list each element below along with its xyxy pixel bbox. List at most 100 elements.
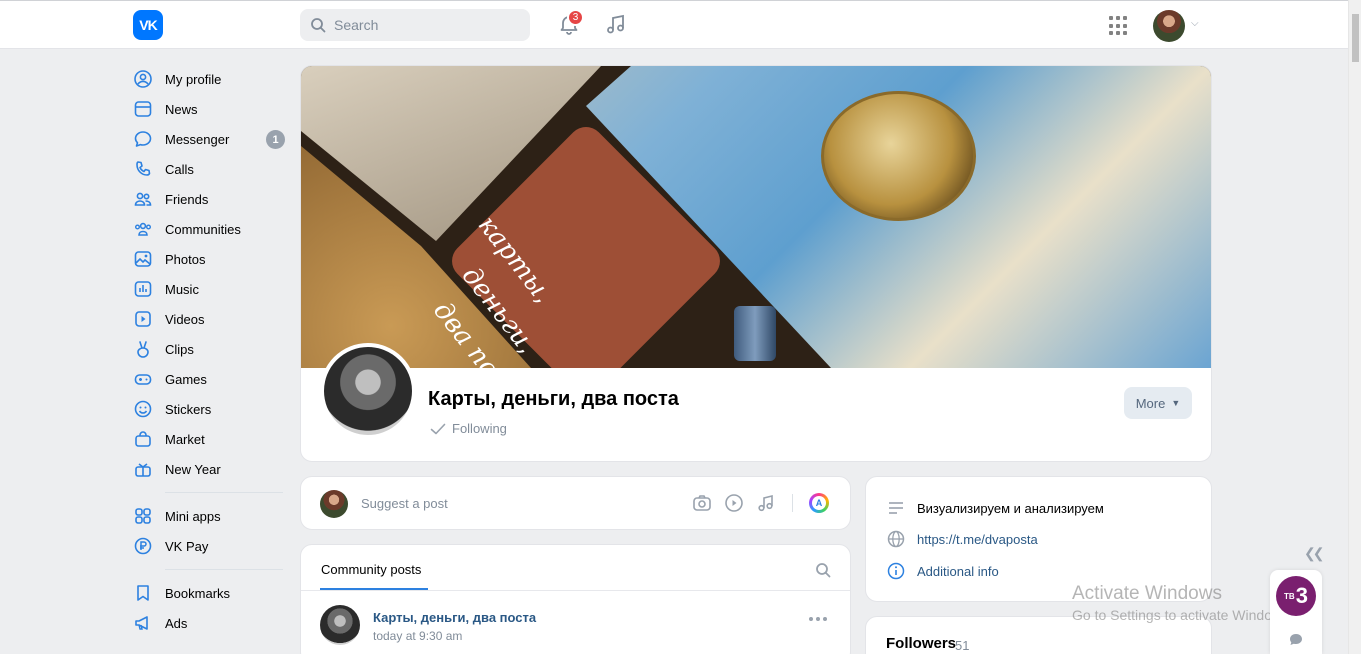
music-note-icon[interactable] bbox=[756, 493, 776, 513]
info-additional[interactable]: Additional info bbox=[887, 562, 999, 580]
globe-icon bbox=[887, 530, 905, 548]
top-bar: VK Search 3 ⌵ bbox=[0, 0, 1348, 49]
info-icon bbox=[887, 562, 905, 580]
suggest-post-placeholder[interactable]: Suggest a post bbox=[361, 496, 448, 511]
sidebar-item-label: Ads bbox=[165, 615, 188, 631]
sidebar-item-label: Music bbox=[165, 281, 199, 297]
following-label: Following bbox=[452, 421, 507, 436]
search-input[interactable]: Search bbox=[300, 9, 530, 41]
gamepad-icon bbox=[133, 369, 153, 389]
community-avatar[interactable] bbox=[320, 343, 416, 439]
sidebar-item-label: Communities bbox=[165, 221, 241, 237]
community-posts-card: Community posts Карты, деньги, два поста… bbox=[300, 544, 851, 654]
gift-icon bbox=[133, 459, 153, 479]
sidebar-item-label: Bookmarks bbox=[165, 585, 231, 601]
communities-icon bbox=[133, 219, 153, 239]
website-link[interactable]: https://t.me/dvaposta bbox=[917, 532, 1038, 547]
user-avatar[interactable] bbox=[1153, 10, 1185, 42]
sidebar-item-label: Friends bbox=[165, 191, 209, 207]
info-link[interactable]: https://t.me/dvaposta bbox=[887, 530, 1038, 548]
search-icon[interactable] bbox=[815, 562, 831, 578]
chevron-down-icon[interactable]: ⌵ bbox=[1191, 18, 1199, 29]
suggest-post-box[interactable]: Suggest a post A bbox=[300, 476, 851, 530]
photos-icon bbox=[133, 249, 153, 269]
chevron-down-icon: ▼ bbox=[1171, 398, 1181, 408]
more-options-icon[interactable] bbox=[809, 617, 827, 621]
sidebar-item-friends[interactable]: Friends bbox=[133, 184, 288, 214]
scrollbar-thumb[interactable] bbox=[1352, 14, 1359, 62]
megaphone-icon bbox=[133, 613, 153, 633]
sidebar-item-games[interactable]: Games bbox=[133, 364, 288, 394]
search-placeholder: Search bbox=[334, 17, 379, 33]
checkmark-icon bbox=[430, 423, 446, 434]
camera-icon[interactable] bbox=[692, 493, 712, 513]
post-timestamp[interactable]: today at 9:30 am bbox=[373, 629, 462, 643]
watermark-line-1: Activate Windows bbox=[1072, 583, 1222, 604]
sidebar-item-news[interactable]: News bbox=[133, 94, 288, 124]
sidebar-item-label: Market bbox=[165, 431, 205, 447]
sidebar-item-label: Messenger bbox=[165, 131, 230, 147]
followers-title: Followers bbox=[886, 635, 957, 652]
sidebar-item-label: News bbox=[165, 101, 198, 117]
divider bbox=[301, 590, 850, 591]
page-title: Карты, деньги, два поста bbox=[428, 388, 679, 410]
sidebar-item-photos[interactable]: Photos bbox=[133, 244, 288, 274]
vk-logo-icon[interactable]: VK bbox=[133, 10, 163, 40]
additional-info-link[interactable]: Additional info bbox=[917, 564, 999, 579]
chat-bubble-icon[interactable] bbox=[1288, 632, 1304, 648]
sidebar-item-clips[interactable]: Clips bbox=[133, 334, 288, 364]
sidebar-item-calls[interactable]: Calls bbox=[133, 154, 288, 184]
post-author-name[interactable]: Карты, деньги, два поста bbox=[373, 610, 536, 625]
sidebar-item-market[interactable]: Market bbox=[133, 424, 288, 454]
sidebar-divider bbox=[165, 569, 283, 570]
sidebar-item-new-year[interactable]: New Year bbox=[133, 454, 288, 484]
sidebar-divider bbox=[165, 492, 283, 493]
music-note-icon[interactable] bbox=[604, 12, 628, 36]
news-icon bbox=[133, 99, 153, 119]
messenger-badge: 1 bbox=[266, 130, 285, 149]
tv3-channel-icon[interactable]: ТВ 3 bbox=[1276, 576, 1316, 616]
video-play-icon[interactable] bbox=[724, 493, 744, 513]
following-button[interactable]: Following bbox=[430, 421, 507, 436]
sidebar-item-label: New Year bbox=[165, 461, 221, 477]
message-icon bbox=[133, 129, 153, 149]
music-icon bbox=[133, 279, 153, 299]
side-widget: ТВ 3 bbox=[1270, 570, 1322, 654]
sidebar-item-communities[interactable]: Communities bbox=[133, 214, 288, 244]
sidebar-item-mini-apps[interactable]: Mini apps bbox=[133, 501, 288, 531]
search-icon bbox=[311, 18, 326, 33]
post-author-avatar[interactable] bbox=[320, 605, 360, 645]
ai-assistant-icon[interactable]: A bbox=[809, 493, 829, 513]
description-text: Визуализируем и анализируем bbox=[917, 500, 1104, 516]
suggest-attachments: A bbox=[692, 493, 829, 513]
divider bbox=[792, 494, 793, 512]
info-description: Визуализируем и анализируем bbox=[887, 499, 1104, 517]
sidebar-item-my-profile[interactable]: My profile bbox=[133, 64, 288, 94]
more-button[interactable]: More ▼ bbox=[1124, 387, 1192, 419]
sidebar-item-stickers[interactable]: Stickers bbox=[133, 394, 288, 424]
sidebar-item-label: VK Pay bbox=[165, 538, 209, 554]
activate-windows-watermark: Activate Windows Go to Settings to activ… bbox=[1072, 583, 1293, 623]
sidebar-item-vk-pay[interactable]: VK Pay bbox=[133, 531, 288, 561]
user-avatar bbox=[320, 490, 348, 518]
friends-icon bbox=[133, 189, 153, 209]
sidebar-item-bookmarks[interactable]: Bookmarks bbox=[133, 578, 288, 608]
sidebar-item-videos[interactable]: Videos bbox=[133, 304, 288, 334]
ruble-icon bbox=[133, 536, 153, 556]
tab-community-posts[interactable]: Community posts bbox=[321, 562, 421, 577]
sidebar-item-label: Clips bbox=[165, 341, 194, 357]
sidebar-item-messenger[interactable]: Messenger 1 bbox=[133, 124, 288, 154]
sidebar-item-label: Calls bbox=[165, 161, 194, 177]
video-icon bbox=[133, 309, 153, 329]
ai-assistant-letter: A bbox=[812, 496, 826, 510]
sidebar-item-ads[interactable]: Ads bbox=[133, 608, 288, 638]
apps-grid-icon[interactable] bbox=[1109, 16, 1129, 36]
bookmark-icon bbox=[133, 583, 153, 603]
collapse-chevrons-icon[interactable]: ❮❮ bbox=[1304, 545, 1325, 562]
clips-icon bbox=[133, 339, 153, 359]
scrollbar[interactable] bbox=[1348, 0, 1361, 654]
sidebar-item-label: Stickers bbox=[165, 401, 212, 417]
sidebar-item-label: Games bbox=[165, 371, 207, 387]
watermark-line-2: Go to Settings to activate Windows. bbox=[1072, 607, 1293, 623]
sidebar-item-music[interactable]: Music bbox=[133, 274, 288, 304]
